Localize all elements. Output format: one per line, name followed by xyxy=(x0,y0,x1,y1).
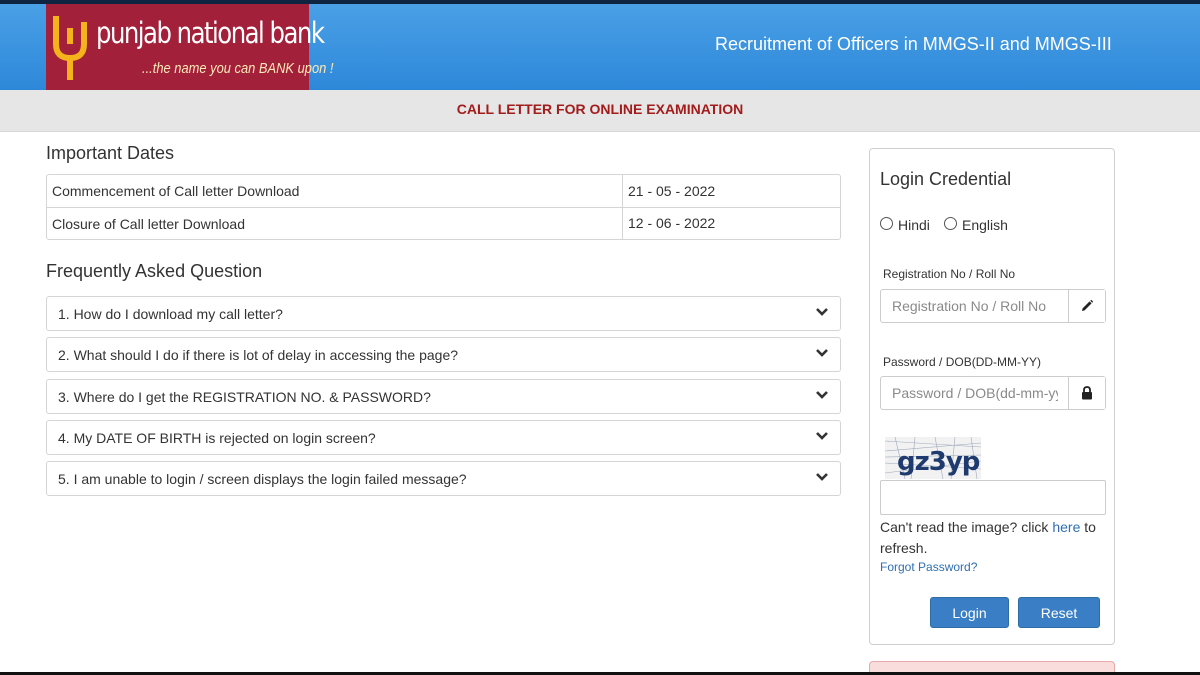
chevron-down-icon[interactable] xyxy=(815,305,829,319)
pnb-logo: punjab national bank ...the name you can… xyxy=(46,4,333,90)
important-dates-heading: Important Dates xyxy=(46,143,175,163)
forgot-password-link[interactable]: Forgot Password? xyxy=(880,560,977,574)
bank-tagline: ...the name you can BANK upon ! xyxy=(142,60,334,77)
faq-question: 2. What should I do if there is lot of d… xyxy=(58,347,459,363)
chevron-down-icon[interactable] xyxy=(815,470,829,484)
faq-item-4[interactable]: 4. My DATE OF BIRTH is rejected on login… xyxy=(46,420,841,455)
faq-question: 3. Where do I get the REGISTRATION NO. &… xyxy=(58,389,431,405)
captcha-input[interactable] xyxy=(880,480,1106,515)
faq-question: 4. My DATE OF BIRTH is rejected on login… xyxy=(58,430,376,446)
faq-item-5[interactable]: 5. I am unable to login / screen display… xyxy=(46,461,841,496)
bank-name: punjab national bank xyxy=(96,16,325,50)
login-button[interactable]: Login xyxy=(930,597,1009,628)
faq-question: 1. How do I download my call letter? xyxy=(58,306,283,322)
faq-item-3[interactable]: 3. Where do I get the REGISTRATION NO. &… xyxy=(46,379,841,414)
chevron-down-icon[interactable] xyxy=(815,388,829,402)
captcha-hint: Can't read the image? click here to refr… xyxy=(880,517,1110,559)
password-input-group xyxy=(880,376,1106,410)
date-value: 21 - 05 - 2022 xyxy=(622,175,840,207)
english-radio[interactable] xyxy=(944,217,957,230)
faq-heading: Frequently Asked Question xyxy=(46,261,263,281)
pencil-icon xyxy=(1068,290,1105,322)
reset-button[interactable]: Reset xyxy=(1018,597,1100,628)
page-header: punjab national bank ...the name you can… xyxy=(0,4,1200,90)
lock-icon xyxy=(1068,377,1105,409)
hindi-label[interactable]: Hindi xyxy=(898,217,930,233)
faq-item-2[interactable]: 2. What should I do if there is lot of d… xyxy=(46,337,841,372)
date-value: 12 - 06 - 2022 xyxy=(622,207,840,239)
important-dates-table: Commencement of Call letter Download 21 … xyxy=(46,174,841,240)
date-label: Closure of Call letter Download xyxy=(52,216,245,232)
table-row: Commencement of Call letter Download 21 … xyxy=(47,175,840,207)
faq-question: 5. I am unable to login / screen display… xyxy=(58,471,467,487)
date-label: Commencement of Call letter Download xyxy=(52,183,300,199)
hint-prefix: Can't read the image? click xyxy=(880,519,1053,535)
page-title: Recruitment of Officers in MMGS-II and M… xyxy=(715,34,1112,54)
captcha-image: gz3yp xyxy=(885,437,981,479)
registration-input[interactable] xyxy=(881,290,1069,322)
pnb-logo-mark-icon xyxy=(53,16,87,80)
table-row: Closure of Call letter Download 12 - 06 … xyxy=(47,207,840,239)
login-title: Login Credential xyxy=(880,169,1012,189)
english-label[interactable]: English xyxy=(962,217,1008,233)
call-letter-heading: CALL LETTER FOR ONLINE EXAMINATION xyxy=(456,101,744,117)
faq-item-1[interactable]: 1. How do I download my call letter? xyxy=(46,296,841,331)
sub-header-bar: CALL LETTER FOR ONLINE EXAMINATION xyxy=(0,90,1200,132)
hindi-radio[interactable] xyxy=(880,217,893,230)
captcha-text: gz3yp xyxy=(897,447,980,477)
refresh-captcha-link[interactable]: here xyxy=(1052,519,1080,535)
login-panel: Login Credential Hindi English Registrat… xyxy=(869,148,1115,645)
registration-label: Registration No / Roll No xyxy=(883,267,1016,281)
chevron-down-icon[interactable] xyxy=(815,429,829,443)
registration-input-group xyxy=(880,289,1106,323)
password-input[interactable] xyxy=(881,377,1069,409)
password-label: Password / DOB(DD-MM-YY) xyxy=(883,355,1042,369)
chevron-down-icon[interactable] xyxy=(815,346,829,360)
